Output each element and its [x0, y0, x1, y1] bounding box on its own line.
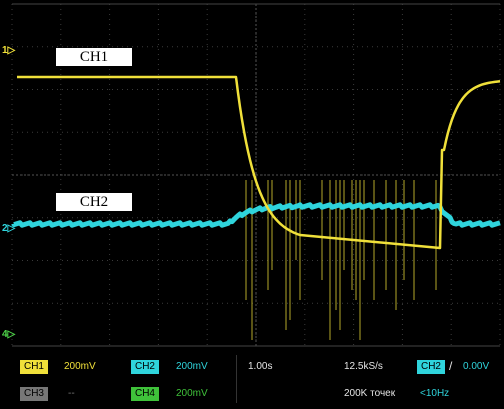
record-length-readout: 200K точек [344, 388, 396, 399]
trigger-frequency-readout: <10Hz [420, 388, 450, 399]
ch2-badge[interactable]: CH2 [131, 360, 159, 374]
ch1-ground-marker[interactable]: 1▷ [2, 46, 15, 56]
status-divider [236, 355, 237, 403]
ch4-badge[interactable]: CH4 [131, 387, 159, 401]
status-bar: CH1 200mV CH3 -- CH2 200mV CH4 200mV 1.0… [0, 351, 504, 409]
ch4-ground-marker[interactable]: 4▷ [2, 330, 15, 340]
ch3-scale: -- [68, 388, 75, 399]
ch2-ground-marker[interactable]: 2▷ [2, 224, 15, 234]
ch1-trace-label: CH1 [56, 48, 132, 66]
trigger-source-badge[interactable]: CH2 [417, 360, 445, 374]
trigger-level-readout[interactable]: 0.00V [463, 360, 489, 374]
ch1-badge[interactable]: CH1 [20, 360, 48, 374]
ch2-trace-label: CH2 [56, 193, 132, 211]
ch3-badge[interactable]: CH3 [20, 387, 48, 401]
ch1-scale: 200mV [64, 361, 96, 372]
timebase-readout[interactable]: 1.00s [248, 360, 272, 374]
ch2-scale: 200mV [176, 361, 208, 372]
ch4-scale: 200mV [176, 388, 208, 399]
sample-rate-readout: 12.5kS/s [344, 361, 383, 372]
oscilloscope-screen: CH1 CH2 1▷ 2▷ 4▷ CH1 200mV CH3 -- CH2 20… [0, 0, 504, 409]
trigger-slope-icon: / [449, 359, 453, 373]
